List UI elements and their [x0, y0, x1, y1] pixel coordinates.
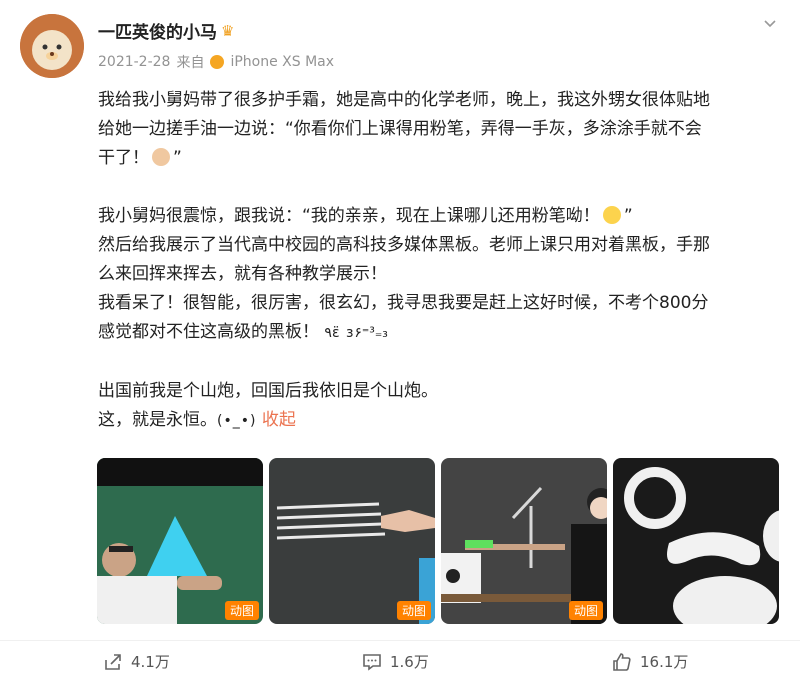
- body-line: 么来回挥来挥去，就有各种教学展示！: [98, 264, 387, 284]
- like-count: 16.1万: [640, 653, 689, 671]
- body-line: 我小舅妈很震惊，跟我说：“我的亲亲，现在上课哪儿还用粉笔呦！ ”: [98, 202, 778, 231]
- avatar[interactable]: [20, 14, 84, 78]
- blackboard-lines-image: [269, 458, 435, 624]
- gif-badge: 动图: [224, 601, 259, 620]
- body-line: 然后给我展示了当代高中校园的高科技多媒体黑板。老师上课只用对着黑板，手那: [98, 235, 710, 255]
- collapse-link[interactable]: 收起: [262, 410, 296, 430]
- body-line: 给她一边搓手油一边说：“你看你们上课得用粉笔，弄得一手灰，多涂涂手就不会: [98, 119, 702, 139]
- comment-icon: [363, 653, 381, 671]
- quote-close: ”: [623, 206, 633, 226]
- post-meta: 2021-2-28 来自 iPhone XS Max: [98, 52, 334, 72]
- teacher-triangle-image: [97, 458, 263, 624]
- weibo-post-card: 一匹英俊的小马 ♛ 2021-2-28 来自 iPhone XS Max 我给我…: [0, 0, 800, 681]
- share-count: 4.1万: [131, 653, 170, 671]
- kaomoji: (•_•): [217, 413, 257, 429]
- teacher-pointing-image: [441, 458, 607, 624]
- post-body: 我给我小舅妈带了很多护手霜，她是高中的化学老师，晚上，我这外甥女很体贴地 给她一…: [98, 86, 778, 436]
- comment-button[interactable]: 1.6万: [362, 651, 429, 672]
- body-text: 我小舅妈很震惊，跟我说：“我的亲亲，现在上课哪儿还用粉笔呦！: [98, 206, 600, 226]
- device-name: iPhone XS Max: [230, 54, 335, 70]
- monkey-emoji-icon: [152, 148, 170, 166]
- thumbs-up-icon: [613, 652, 631, 671]
- crown-badge-icon: ♛: [221, 21, 235, 40]
- body-text: 这，就是永恒。: [98, 410, 217, 430]
- post-date[interactable]: 2021-2-28: [98, 54, 170, 70]
- smile-emoji-icon: [602, 206, 621, 224]
- kaomoji: ٩ε̈ ɜ۶⁼³₌₃: [324, 325, 388, 341]
- gif-thumbnail-teacher-pointing[interactable]: 动图: [441, 458, 607, 624]
- share-icon: [105, 653, 121, 670]
- gif-badge: 动图: [568, 601, 603, 620]
- body-line: 感觉都对不住这高级的黑板！ ٩ε̈ ɜ۶⁼³₌₃: [98, 318, 778, 348]
- image-gallery: 动图 动图 动图: [97, 458, 779, 624]
- body-line: 出国前我是个山炮，回国后我依旧是个山炮。: [98, 381, 438, 401]
- gif-thumbnail-teacher-triangle[interactable]: 动图: [97, 458, 263, 624]
- username-row: 一匹英俊的小马 ♛: [98, 18, 235, 44]
- body-line: 我给我小舅妈带了很多护手霜，她是高中的化学老师，晚上，我这外甥女很体贴地: [98, 90, 710, 110]
- comment-count: 1.6万: [390, 653, 429, 671]
- chevron-down-icon[interactable]: [762, 16, 778, 36]
- share-button[interactable]: 4.1万: [103, 651, 170, 672]
- body-line: 这，就是永恒。(•_•) 收起: [98, 406, 778, 436]
- body-line: 我看呆了！很智能，很厉害，很玄幻，我寻思我要是赶上这好时候，不考个800分: [98, 293, 709, 313]
- action-bar: 4.1万 1.6万 16.1万: [0, 640, 800, 681]
- like-button[interactable]: 16.1万: [612, 651, 688, 672]
- quote-close: ”: [173, 148, 182, 168]
- via-label: 来自: [176, 55, 205, 71]
- lion-avatar-icon: [20, 14, 84, 78]
- username[interactable]: 一匹英俊的小马: [98, 18, 217, 43]
- body-text: 干了！: [98, 148, 149, 168]
- penguin-face-image: [613, 458, 779, 624]
- device-badge-icon: [210, 55, 225, 69]
- gif-thumbnail-blackboard-lines[interactable]: 动图: [269, 458, 435, 624]
- body-line: 干了！ ”: [98, 144, 778, 173]
- body-text: 感觉都对不住这高级的黑板！: [98, 322, 319, 342]
- thumbnail-penguin-face[interactable]: [613, 458, 779, 624]
- gif-badge: 动图: [396, 601, 431, 620]
